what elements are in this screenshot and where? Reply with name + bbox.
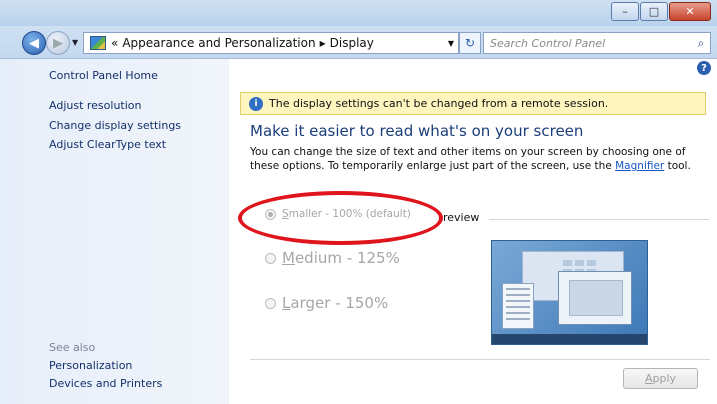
footer-divider	[250, 359, 710, 360]
breadcrumb-display[interactable]: Display	[330, 36, 374, 50]
sidebar-item-devices-printers[interactable]: Devices and Printers	[49, 377, 162, 390]
preview-image	[491, 240, 648, 345]
sidebar-item-change-display-settings[interactable]: Change display settings	[49, 119, 181, 132]
apply-accesskey: A	[644, 372, 653, 385]
radio-medium[interactable]	[265, 252, 276, 264]
search-icon[interactable]: ⌕	[692, 36, 710, 51]
sidebar-item-adjust-resolution[interactable]: Adjust resolution	[49, 99, 142, 112]
window-controls: – □ ✕	[610, 2, 711, 21]
radio-larger[interactable]	[265, 297, 276, 309]
magnifier-link[interactable]: Magnifier	[615, 160, 664, 172]
search-box: ⌕	[483, 32, 711, 54]
option-larger[interactable]: Larger - 150%	[265, 294, 388, 312]
see-also-label: See also	[49, 341, 96, 354]
breadcrumb-appearance[interactable]: Appearance and Personalization	[122, 36, 315, 50]
option-medium-label: edium - 125%	[294, 249, 400, 267]
control-panel-icon	[90, 36, 106, 50]
preview-label: review	[443, 211, 480, 224]
page-title: Make it easier to read what's on your sc…	[250, 122, 584, 140]
apply-label: pply	[652, 372, 677, 385]
chevron-down-icon[interactable]: ▼	[448, 39, 454, 48]
back-button[interactable]: ◀	[22, 31, 46, 55]
preview-taskbar	[492, 334, 647, 344]
annotation-circle	[238, 191, 443, 245]
info-icon: i	[249, 96, 263, 111]
remote-session-infobar: i The display settings can't be changed …	[240, 92, 706, 115]
sidebar: Control Panel Home Adjust resolution Cha…	[0, 59, 229, 404]
option-larger-accesskey: L	[282, 294, 291, 312]
address-bar: ◀ ▶ ▼ « Appearance and Personalization ▸…	[0, 26, 717, 59]
help-icon[interactable]: ?	[697, 61, 711, 75]
option-medium-accesskey: M	[282, 249, 295, 267]
sidebar-item-control-panel-home[interactable]: Control Panel Home	[49, 69, 158, 82]
refresh-button[interactable]: ↻	[459, 32, 481, 54]
option-larger-label: arger - 150%	[290, 294, 389, 312]
preview-divider	[489, 219, 709, 220]
minimize-button[interactable]: –	[611, 2, 639, 21]
description-tail: tool.	[664, 160, 691, 172]
close-button[interactable]: ✕	[669, 2, 711, 21]
search-input[interactable]	[484, 35, 692, 51]
description: You can change the size of text and othe…	[250, 145, 712, 173]
sidebar-item-adjust-cleartype[interactable]: Adjust ClearType text	[49, 138, 166, 151]
infobar-text: The display settings can't be changed fr…	[269, 97, 609, 110]
maximize-button[interactable]: □	[640, 2, 668, 21]
preview-side-panel	[502, 283, 534, 329]
breadcrumb[interactable]: « Appearance and Personalization ▸ Displ…	[83, 32, 459, 54]
preview-front-content	[569, 280, 623, 316]
breadcrumb-separator-icon[interactable]: ▸	[320, 36, 326, 50]
forward-button[interactable]: ▶	[46, 31, 70, 55]
sidebar-item-personalization[interactable]: Personalization	[49, 359, 132, 372]
title-bar: – □ ✕	[0, 0, 717, 26]
preview-front-window	[558, 271, 632, 325]
recent-pages-dropdown-icon[interactable]: ▼	[72, 38, 78, 47]
breadcrumb-overflow[interactable]: «	[111, 36, 118, 50]
option-medium[interactable]: Medium - 125%	[265, 249, 400, 267]
apply-button[interactable]: Apply	[623, 368, 698, 389]
